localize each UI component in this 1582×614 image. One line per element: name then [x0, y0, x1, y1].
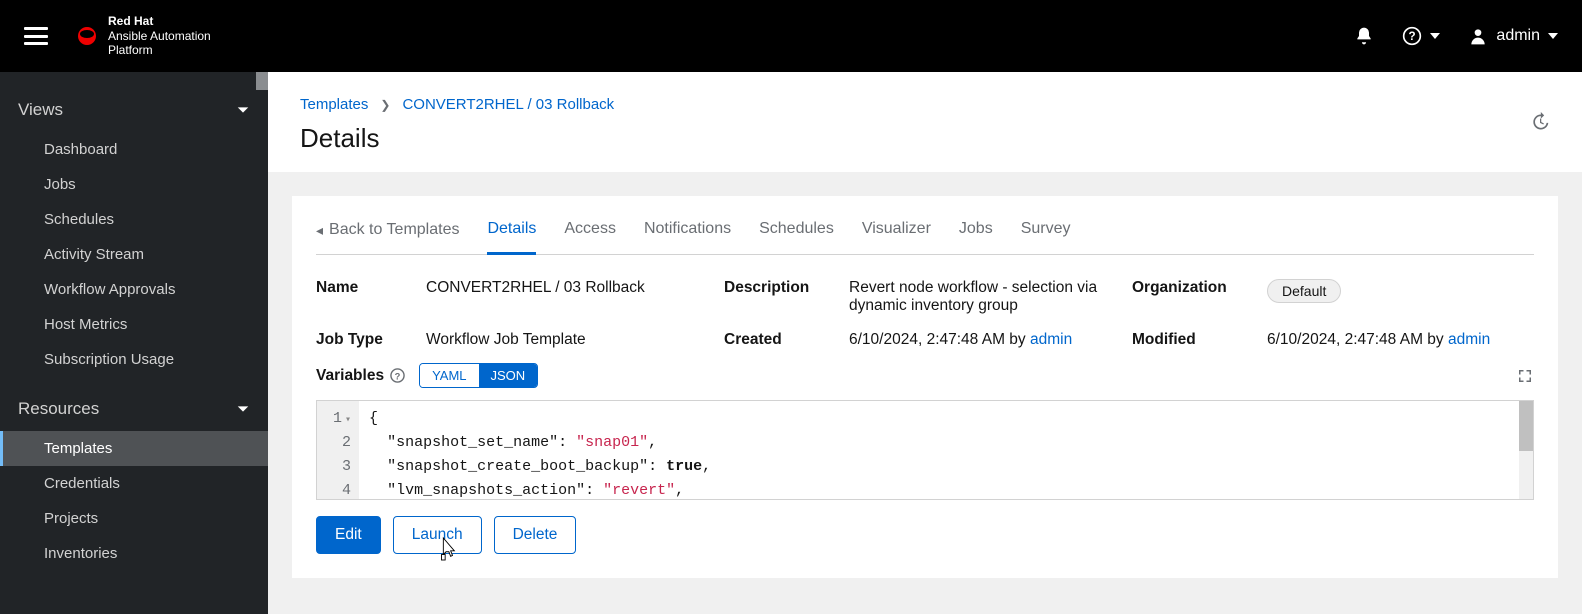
sidebar-item-host-metrics[interactable]: Host Metrics	[0, 307, 268, 342]
label-variables: Variables ?	[316, 367, 405, 385]
sidebar-item-workflow-approvals[interactable]: Workflow Approvals	[0, 272, 268, 307]
breadcrumb-root[interactable]: Templates	[300, 96, 368, 113]
chevron-down-icon	[1430, 33, 1440, 39]
page-header: Templates ❯ CONVERT2RHEL / 03 Rollback D…	[268, 72, 1582, 172]
brand-text: Red Hat Ansible Automation Platform	[108, 14, 211, 57]
chevron-down-icon	[236, 402, 250, 416]
value-created: 6/10/2024, 2:47:48 AM by admin	[849, 331, 1124, 349]
sidebar-item-inventories[interactable]: Inventories	[0, 536, 268, 571]
value-modified: 6/10/2024, 2:47:48 AM by admin	[1267, 331, 1534, 349]
tab-jobs[interactable]: Jobs	[959, 212, 993, 255]
chevron-down-icon	[236, 103, 250, 117]
details-grid: Name CONVERT2RHEL / 03 Rollback Descript…	[316, 255, 1534, 353]
sidebar-item-activity-stream[interactable]: Activity Stream	[0, 237, 268, 272]
code-editor[interactable]: 1▾234 { "snapshot_set_name": "snap01", "…	[316, 400, 1534, 500]
toggle-yaml[interactable]: YAML	[420, 364, 478, 387]
sidebar-item-templates[interactable]: Templates	[0, 431, 268, 466]
main-content: Templates ❯ CONVERT2RHEL / 03 Rollback D…	[268, 72, 1582, 614]
help-icon: ?	[1402, 26, 1422, 46]
label-name: Name	[316, 279, 406, 315]
format-toggle: YAML JSON	[419, 363, 538, 388]
toggle-json[interactable]: JSON	[479, 364, 538, 387]
tab-notifications[interactable]: Notifications	[644, 212, 731, 255]
breadcrumb-current[interactable]: CONVERT2RHEL / 03 Rollback	[402, 96, 614, 113]
masthead: Red Hat Ansible Automation Platform ? ad…	[0, 0, 1582, 72]
tab-bar: Back to Templates Details Access Notific…	[316, 196, 1534, 255]
redhat-logo-icon	[76, 25, 98, 47]
sidebar: Views Dashboard Jobs Schedules Activity …	[0, 72, 268, 614]
svg-text:?: ?	[395, 371, 401, 381]
created-user-link[interactable]: admin	[1030, 331, 1072, 348]
user-menu[interactable]: admin	[1468, 26, 1558, 46]
breadcrumb: Templates ❯ CONVERT2RHEL / 03 Rollback	[300, 96, 1550, 113]
modified-user-link[interactable]: admin	[1448, 331, 1490, 348]
tab-access[interactable]: Access	[564, 212, 616, 255]
svg-text:?: ?	[1409, 30, 1416, 43]
code-body[interactable]: { "snapshot_set_name": "snap01", "snapsh…	[359, 401, 1533, 499]
label-jobtype: Job Type	[316, 331, 406, 349]
tab-survey[interactable]: Survey	[1021, 212, 1071, 255]
label-created: Created	[724, 331, 829, 349]
sidebar-section-resources[interactable]: Resources	[0, 391, 268, 431]
delete-button[interactable]: Delete	[494, 516, 577, 554]
variables-row: Variables ? YAML JSON	[316, 353, 1534, 400]
chevron-down-icon	[1548, 33, 1558, 39]
code-gutter: 1▾234	[317, 401, 359, 499]
edit-button[interactable]: Edit	[316, 516, 381, 554]
breadcrumb-separator-icon: ❯	[380, 98, 390, 112]
help-menu[interactable]: ?	[1402, 26, 1440, 46]
username: admin	[1496, 27, 1540, 45]
details-card: Back to Templates Details Access Notific…	[292, 196, 1558, 578]
org-chip[interactable]: Default	[1267, 279, 1341, 303]
label-organization: Organization	[1132, 279, 1247, 315]
code-scrollbar[interactable]	[1519, 401, 1533, 499]
brand[interactable]: Red Hat Ansible Automation Platform	[76, 14, 211, 57]
sidebar-section-views[interactable]: Views	[0, 92, 268, 132]
bell-icon[interactable]	[1354, 26, 1374, 46]
value-jobtype: Workflow Job Template	[426, 331, 716, 349]
history-icon[interactable]	[1530, 112, 1550, 132]
launch-button[interactable]: Launch	[393, 516, 482, 554]
value-description: Revert node workflow - selection via dyn…	[849, 279, 1124, 315]
menu-toggle-icon[interactable]	[24, 27, 48, 45]
sidebar-item-credentials[interactable]: Credentials	[0, 466, 268, 501]
help-icon[interactable]: ?	[390, 368, 405, 383]
sidebar-item-subscription-usage[interactable]: Subscription Usage	[0, 342, 268, 377]
label-modified: Modified	[1132, 331, 1247, 349]
sidebar-item-schedules[interactable]: Schedules	[0, 202, 268, 237]
tab-details[interactable]: Details	[487, 212, 536, 255]
sidebar-item-dashboard[interactable]: Dashboard	[0, 132, 268, 167]
sidebar-item-projects[interactable]: Projects	[0, 501, 268, 536]
user-icon	[1468, 26, 1488, 46]
label-description: Description	[724, 279, 829, 315]
tab-visualizer[interactable]: Visualizer	[862, 212, 931, 255]
back-to-templates[interactable]: Back to Templates	[316, 213, 459, 253]
page-title: Details	[300, 123, 1550, 154]
value-name: CONVERT2RHEL / 03 Rollback	[426, 279, 716, 315]
action-row: Edit Launch Delete	[316, 500, 1534, 554]
expand-icon[interactable]	[1516, 367, 1534, 385]
sidebar-scrollbar[interactable]	[256, 72, 268, 90]
tab-schedules[interactable]: Schedules	[759, 212, 834, 255]
sidebar-item-jobs[interactable]: Jobs	[0, 167, 268, 202]
